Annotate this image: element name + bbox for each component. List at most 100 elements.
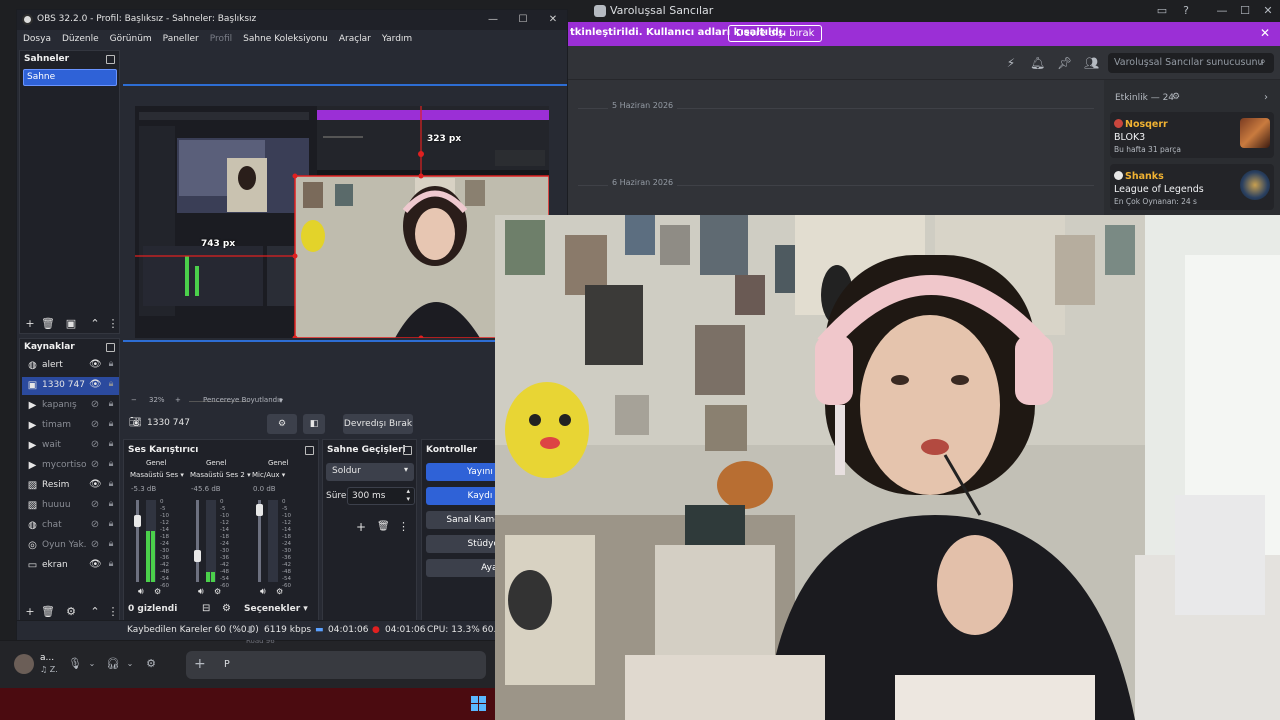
options-button[interactable]: Seçenekler ▾ (244, 604, 308, 614)
zoom-mode[interactable]: Pencereye Boyutlandır (203, 396, 282, 404)
volume-knob[interactable] (194, 550, 201, 562)
more-icon[interactable]: ⋮ (398, 520, 409, 533)
scene-item[interactable]: Sahne (23, 69, 117, 86)
eye-icon[interactable]: 👁︎ (89, 359, 102, 371)
source-item[interactable]: ◎ Oyun Yak. ⊘ 🔒︎ (22, 537, 119, 555)
channel-menu-icon[interactable]: ⚙ (214, 587, 221, 596)
eye-icon[interactable]: 👁︎ (89, 479, 102, 491)
minimize-icon[interactable]: — (485, 12, 501, 28)
close-icon[interactable]: ✕ (1260, 3, 1276, 19)
message-input[interactable]: + P (186, 651, 486, 679)
chevron-right-icon[interactable]: › (1264, 92, 1268, 103)
undock-icon[interactable] (305, 446, 314, 455)
inbox-icon[interactable]: ▭ (1154, 3, 1170, 19)
channel-name[interactable]: Masaüstü Ses 2 ▾ (190, 471, 251, 479)
eye-off-icon[interactable]: ⊘ (89, 419, 101, 431)
source-item[interactable]: ▨ huuuu ⊘ 🔒︎ (22, 497, 119, 515)
menu-docks[interactable]: Paneller (163, 30, 199, 48)
speaker-icon[interactable]: 🔊︎ (138, 587, 144, 597)
channel-name[interactable]: Masaüstü Ses ▾ (130, 471, 184, 479)
add-icon[interactable]: + (23, 317, 37, 331)
eye-off-icon[interactable]: ⊘ (89, 459, 101, 471)
lock-icon[interactable]: 🔒︎ (106, 359, 116, 371)
disable-button[interactable]: Devre dışı bırak (728, 25, 823, 42)
speaker-icon[interactable]: 🔊︎ (198, 587, 204, 597)
headphones-icon[interactable]: 🎧︎ (106, 657, 120, 671)
move-up-icon[interactable]: ⌃ (88, 317, 102, 331)
minimize-icon[interactable]: — (1214, 3, 1230, 19)
chevron-down-icon[interactable]: ⌄ (85, 657, 99, 671)
lock-icon[interactable]: 🔒︎ (106, 499, 116, 511)
source-item[interactable]: ▶ wait ⊘ 🔒︎ (22, 437, 119, 455)
bell-icon[interactable]: 🔔︎ (1030, 56, 1045, 70)
layout-icon[interactable]: ⊟ (202, 603, 210, 614)
move-up-icon[interactable]: ⌃ (88, 605, 102, 619)
volume-knob[interactable] (256, 504, 263, 516)
undock-icon[interactable] (403, 446, 412, 455)
volume-slider[interactable] (196, 500, 199, 582)
chevron-down-icon[interactable]: ▾ (279, 396, 283, 405)
members-icon[interactable]: 👥︎ (1084, 56, 1099, 70)
menu-edit[interactable]: Düzenle (62, 30, 99, 48)
lock-icon[interactable]: 🔒︎ (106, 539, 116, 551)
activity-card[interactable]: Shanks League of Legends En Çok Oynanan:… (1110, 164, 1274, 210)
settings-icon[interactable]: ⚙ (144, 657, 158, 671)
undock-icon[interactable] (106, 55, 115, 64)
add-attachment-icon[interactable]: + (194, 656, 206, 672)
lock-icon[interactable]: 🔒︎ (106, 559, 116, 571)
microphone-icon[interactable]: 🎙︎ (68, 657, 82, 671)
source-item[interactable]: ▨ Resim 👁︎ 🔒︎ (22, 477, 119, 495)
lock-icon[interactable]: 🔒︎ (106, 439, 116, 451)
help-icon[interactable]: ? (1178, 3, 1194, 19)
maximize-icon[interactable]: ☐ (1237, 3, 1253, 19)
preview-canvas[interactable]: 323 px 743 px (135, 106, 549, 338)
menu-profile[interactable]: Profil (210, 30, 232, 48)
pin-icon[interactable]: 📌︎ (1057, 56, 1072, 70)
speaker-icon[interactable]: 🔊︎ (260, 587, 266, 597)
volume-knob[interactable] (134, 515, 141, 527)
avatar[interactable] (14, 654, 34, 674)
lock-icon[interactable]: 🔒︎ (106, 459, 116, 471)
threads-icon[interactable]: ⚡ (1004, 56, 1018, 70)
eye-off-icon[interactable]: ⊘ (89, 539, 101, 551)
eye-off-icon[interactable]: ⊘ (89, 439, 101, 451)
source-item[interactable]: ◍ alert 👁︎ 🔒︎ (22, 357, 119, 375)
maximize-icon[interactable]: ☐ (515, 12, 531, 28)
close-icon[interactable]: ✕ (545, 12, 561, 28)
activity-card[interactable]: Nosqerr BLOK3 Bu hafta 31 parça (1110, 112, 1274, 158)
source-item[interactable]: ▶ kapanış ⊘ 🔒︎ (22, 397, 119, 415)
server-search-input[interactable]: Varoluşsal Sancılar sunucusunu ... (1108, 53, 1274, 88)
transition-select[interactable]: Soldur ▾ (326, 463, 414, 481)
source-item[interactable]: ◍ chat ⊘ 🔒︎ (22, 517, 119, 535)
eye-off-icon[interactable]: ⊘ (89, 499, 101, 511)
volume-slider[interactable] (136, 500, 139, 582)
lock-icon[interactable]: 🔒︎ (106, 419, 116, 431)
trash-icon[interactable]: 🗑︎ (41, 605, 55, 619)
filter-icon[interactable]: ▣ (64, 317, 78, 331)
lock-icon[interactable]: 🔒︎ (106, 379, 116, 391)
source-item[interactable]: ▶ mycortiso ⊘ 🔒︎ (22, 457, 119, 475)
menu-help[interactable]: Yardım (382, 30, 412, 48)
channel-menu-icon[interactable]: ⚙ (276, 587, 283, 596)
channel-menu-icon[interactable]: ⚙ (154, 587, 161, 596)
more-icon[interactable]: ⋮ (106, 317, 120, 331)
add-icon[interactable]: + (23, 605, 37, 619)
undock-icon[interactable] (106, 343, 115, 352)
lock-icon[interactable]: 🔒︎ (106, 479, 116, 491)
lock-icon[interactable]: 🔒︎ (106, 519, 116, 531)
eye-icon[interactable]: 👁︎ (89, 559, 102, 571)
menu-tools[interactable]: Araçlar (339, 30, 371, 48)
properties-button[interactable]: ⚙ (267, 414, 297, 434)
trash-icon[interactable]: 🗑︎ (41, 317, 55, 331)
gear-icon[interactable]: ⚙ (64, 605, 78, 619)
eye-off-icon[interactable]: ⊘ (89, 399, 101, 411)
channel-name[interactable]: Mic/Aux ▾ (252, 471, 285, 479)
trash-icon[interactable]: 🗑︎ (377, 521, 390, 532)
lock-icon[interactable]: 🔒︎ (106, 399, 116, 411)
eye-off-icon[interactable]: ⊘ (89, 519, 101, 531)
add-icon[interactable]: + (356, 520, 366, 534)
advanced-audio-icon[interactable]: ⚙ (222, 603, 231, 614)
menu-scene-collection[interactable]: Sahne Koleksiyonu (243, 30, 328, 48)
menu-file[interactable]: Dosya (23, 30, 51, 48)
source-item[interactable]: ▭ ekran 👁︎ 🔒︎ (22, 557, 119, 575)
